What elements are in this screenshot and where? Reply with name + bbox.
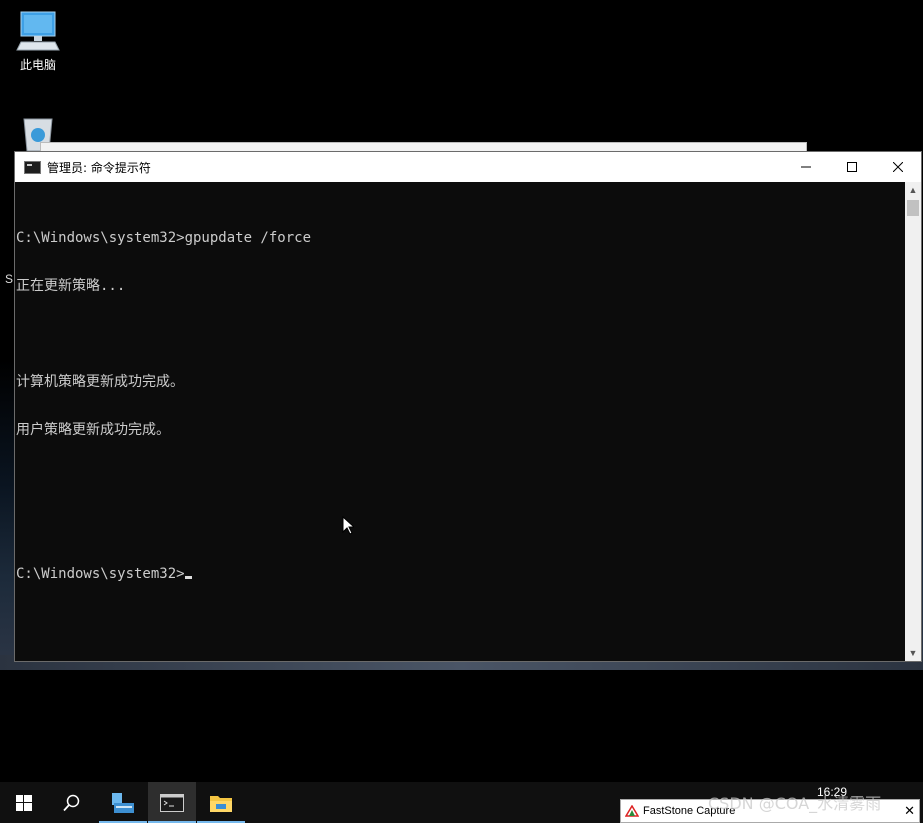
start-icon <box>16 794 32 811</box>
desktop-icon-this-pc[interactable]: 此电脑 <box>3 10 73 73</box>
minimize-button[interactable] <box>783 152 829 182</box>
watermark: CSDN @COA_水清雾雨 <box>708 794 882 813</box>
text-caret <box>184 576 192 579</box>
faststone-close-icon[interactable]: ✕ <box>904 803 915 819</box>
window-controls <box>783 152 921 182</box>
search-icon <box>63 794 80 811</box>
cmd-icon <box>24 160 41 174</box>
scroll-down-button[interactable]: ▼ <box>905 645 921 661</box>
cmd-titlebar[interactable]: 管理员: 命令提示符 <box>15 152 921 182</box>
desktop-text-fragment: S <box>5 272 14 286</box>
scroll-up-button[interactable]: ▲ <box>905 182 921 198</box>
taskbar-server-manager[interactable] <box>99 782 147 823</box>
chevron-down-icon: ▼ <box>908 648 918 658</box>
console-line: 计算机策略更新成功完成。 <box>16 374 184 390</box>
scroll-thumb[interactable] <box>907 200 919 216</box>
faststone-icon <box>625 805 639 817</box>
maximize-icon <box>847 162 857 172</box>
console-line: 正在更新策略... <box>16 278 126 294</box>
cmd-window[interactable]: 管理员: 命令提示符 C:\Windows\system32>gpupdate … <box>14 151 922 662</box>
start-button[interactable] <box>0 782 48 823</box>
console-line: 用户策略更新成功完成。 <box>16 422 170 438</box>
close-icon <box>893 162 903 172</box>
cmd-icon <box>160 793 184 812</box>
desktop: 此电脑 S 管理员: 命令提示符 C:\Windows\system32>gpu… <box>0 0 923 782</box>
close-button[interactable] <box>875 152 921 182</box>
file-explorer-icon <box>210 795 232 812</box>
vertical-scrollbar[interactable]: ▲ ▼ <box>905 182 921 661</box>
server-manager-icon <box>112 792 134 813</box>
search-button[interactable] <box>48 782 96 823</box>
maximize-button[interactable] <box>829 152 875 182</box>
chevron-up-icon: ▲ <box>908 185 918 195</box>
desktop-icon-label: 此电脑 <box>19 58 56 72</box>
console-prompt-line[interactable]: C:\Windows\system32> <box>16 566 905 582</box>
mouse-cursor-icon <box>342 516 354 535</box>
console-output[interactable]: C:\Windows\system32>gpupdate /force 正在更新… <box>15 182 905 661</box>
window-title: 管理员: 命令提示符 <box>47 160 151 175</box>
console-prompt: C:\Windows\system32> <box>16 566 185 582</box>
computer-icon <box>16 11 60 51</box>
console-line: C:\Windows\system32>gpupdate /force <box>16 230 312 246</box>
taskbar-file-explorer[interactable] <box>197 782 245 823</box>
minimize-icon <box>801 166 811 168</box>
taskbar-cmd[interactable] <box>148 782 196 823</box>
